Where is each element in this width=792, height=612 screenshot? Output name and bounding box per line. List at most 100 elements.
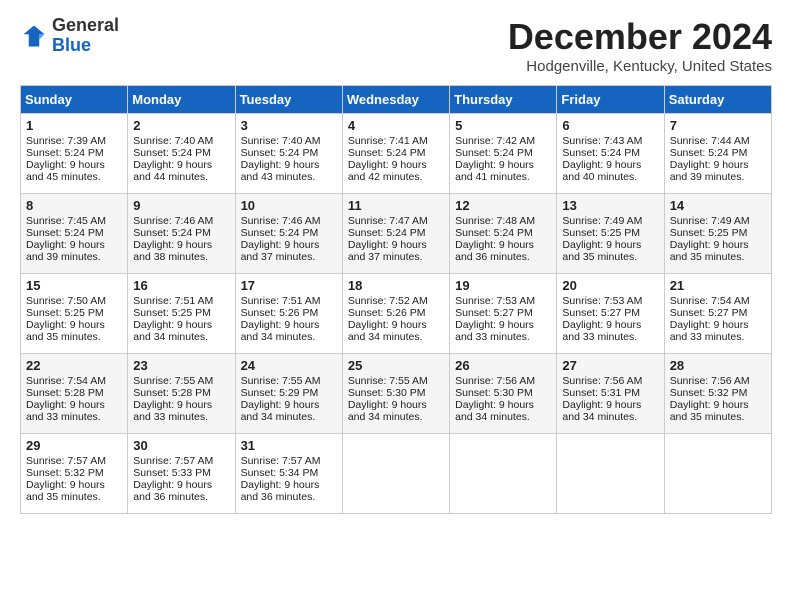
sunset: Sunset: 5:25 PM [670, 227, 748, 239]
day-number: 22 [26, 358, 122, 373]
day-number: 11 [348, 198, 444, 213]
sunset: Sunset: 5:24 PM [348, 227, 426, 239]
sunrise: Sunrise: 7:49 AM [562, 215, 642, 227]
sunset: Sunset: 5:33 PM [133, 467, 211, 479]
calendar-day-cell: 18Sunrise: 7:52 AMSunset: 5:26 PMDayligh… [342, 274, 449, 354]
day-header-sunday: Sunday [21, 86, 128, 114]
calendar-week-row: 1Sunrise: 7:39 AMSunset: 5:24 PMDaylight… [21, 114, 772, 194]
day-header-friday: Friday [557, 86, 664, 114]
calendar-day-cell: 22Sunrise: 7:54 AMSunset: 5:28 PMDayligh… [21, 354, 128, 434]
sunrise: Sunrise: 7:55 AM [133, 375, 213, 387]
daylight: Daylight: 9 hours and 33 minutes. [455, 319, 534, 343]
day-number: 8 [26, 198, 122, 213]
calendar-day-cell [557, 434, 664, 514]
sunset: Sunset: 5:28 PM [26, 387, 104, 399]
calendar-body: 1Sunrise: 7:39 AMSunset: 5:24 PMDaylight… [21, 114, 772, 514]
sunset: Sunset: 5:26 PM [348, 307, 426, 319]
calendar-day-cell: 31Sunrise: 7:57 AMSunset: 5:34 PMDayligh… [235, 434, 342, 514]
sunset: Sunset: 5:31 PM [562, 387, 640, 399]
daylight: Daylight: 9 hours and 34 minutes. [348, 319, 427, 343]
sunrise: Sunrise: 7:39 AM [26, 135, 106, 147]
calendar-day-cell: 11Sunrise: 7:47 AMSunset: 5:24 PMDayligh… [342, 194, 449, 274]
sunrise: Sunrise: 7:48 AM [455, 215, 535, 227]
sunrise: Sunrise: 7:55 AM [348, 375, 428, 387]
calendar-day-cell: 10Sunrise: 7:46 AMSunset: 5:24 PMDayligh… [235, 194, 342, 274]
calendar-day-cell: 14Sunrise: 7:49 AMSunset: 5:25 PMDayligh… [664, 194, 771, 274]
day-number: 14 [670, 198, 766, 213]
sunset: Sunset: 5:24 PM [348, 147, 426, 159]
calendar-week-row: 22Sunrise: 7:54 AMSunset: 5:28 PMDayligh… [21, 354, 772, 434]
calendar-header-row: SundayMondayTuesdayWednesdayThursdayFrid… [21, 86, 772, 114]
daylight: Daylight: 9 hours and 38 minutes. [133, 239, 212, 263]
sunrise: Sunrise: 7:57 AM [241, 455, 321, 467]
daylight: Daylight: 9 hours and 37 minutes. [241, 239, 320, 263]
daylight: Daylight: 9 hours and 34 minutes. [455, 399, 534, 423]
logo-blue: Blue [52, 35, 91, 55]
header: General Blue December 2024 Hodgenville, … [20, 16, 772, 75]
sunrise: Sunrise: 7:51 AM [133, 295, 213, 307]
day-header-monday: Monday [128, 86, 235, 114]
sunrise: Sunrise: 7:47 AM [348, 215, 428, 227]
sunset: Sunset: 5:27 PM [670, 307, 748, 319]
day-number: 29 [26, 438, 122, 453]
daylight: Daylight: 9 hours and 36 minutes. [133, 479, 212, 503]
daylight: Daylight: 9 hours and 35 minutes. [562, 239, 641, 263]
sunset: Sunset: 5:27 PM [562, 307, 640, 319]
calendar-day-cell: 12Sunrise: 7:48 AMSunset: 5:24 PMDayligh… [450, 194, 557, 274]
logo-icon [20, 22, 48, 50]
logo: General Blue [20, 16, 119, 56]
calendar-day-cell [342, 434, 449, 514]
daylight: Daylight: 9 hours and 34 minutes. [241, 319, 320, 343]
day-number: 26 [455, 358, 551, 373]
daylight: Daylight: 9 hours and 36 minutes. [455, 239, 534, 263]
calendar-day-cell: 29Sunrise: 7:57 AMSunset: 5:32 PMDayligh… [21, 434, 128, 514]
sunset: Sunset: 5:28 PM [133, 387, 211, 399]
calendar-day-cell: 28Sunrise: 7:56 AMSunset: 5:32 PMDayligh… [664, 354, 771, 434]
day-number: 30 [133, 438, 229, 453]
sunset: Sunset: 5:34 PM [241, 467, 319, 479]
day-number: 13 [562, 198, 658, 213]
sunrise: Sunrise: 7:40 AM [133, 135, 213, 147]
day-number: 7 [670, 118, 766, 133]
sunrise: Sunrise: 7:52 AM [348, 295, 428, 307]
day-header-wednesday: Wednesday [342, 86, 449, 114]
sunrise: Sunrise: 7:41 AM [348, 135, 428, 147]
daylight: Daylight: 9 hours and 33 minutes. [133, 399, 212, 423]
daylight: Daylight: 9 hours and 42 minutes. [348, 159, 427, 183]
calendar-day-cell: 3Sunrise: 7:40 AMSunset: 5:24 PMDaylight… [235, 114, 342, 194]
location-title: Hodgenville, Kentucky, United States [508, 58, 772, 75]
sunset: Sunset: 5:25 PM [562, 227, 640, 239]
day-number: 28 [670, 358, 766, 373]
day-number: 19 [455, 278, 551, 293]
day-number: 17 [241, 278, 337, 293]
sunrise: Sunrise: 7:43 AM [562, 135, 642, 147]
sunset: Sunset: 5:24 PM [26, 227, 104, 239]
calendar-day-cell: 6Sunrise: 7:43 AMSunset: 5:24 PMDaylight… [557, 114, 664, 194]
day-number: 16 [133, 278, 229, 293]
sunrise: Sunrise: 7:40 AM [241, 135, 321, 147]
sunset: Sunset: 5:30 PM [455, 387, 533, 399]
sunrise: Sunrise: 7:56 AM [670, 375, 750, 387]
day-header-thursday: Thursday [450, 86, 557, 114]
calendar-week-row: 8Sunrise: 7:45 AMSunset: 5:24 PMDaylight… [21, 194, 772, 274]
sunrise: Sunrise: 7:51 AM [241, 295, 321, 307]
sunset: Sunset: 5:24 PM [241, 147, 319, 159]
sunset: Sunset: 5:25 PM [133, 307, 211, 319]
calendar-day-cell: 4 Sunrise: 7:41 AMSunset: 5:24 PMDaylight… [342, 114, 449, 194]
calendar-day-cell: 1Sunrise: 7:39 AMSunset: 5:24 PMDaylight… [21, 114, 128, 194]
calendar-day-cell: 30Sunrise: 7:57 AMSunset: 5:33 PMDayligh… [128, 434, 235, 514]
sunset: Sunset: 5:32 PM [670, 387, 748, 399]
calendar-day-cell: 15Sunrise: 7:50 AMSunset: 5:25 PMDayligh… [21, 274, 128, 354]
sunset: Sunset: 5:30 PM [348, 387, 426, 399]
daylight: Daylight: 9 hours and 36 minutes. [241, 479, 320, 503]
daylight: Daylight: 9 hours and 35 minutes. [26, 479, 105, 503]
daylight: Daylight: 9 hours and 45 minutes. [26, 159, 105, 183]
sunset: Sunset: 5:24 PM [670, 147, 748, 159]
calendar-day-cell: 2Sunrise: 7:40 AMSunset: 5:24 PMDaylight… [128, 114, 235, 194]
day-number: 27 [562, 358, 658, 373]
sunset: Sunset: 5:27 PM [455, 307, 533, 319]
day-number: 4 [348, 118, 444, 133]
sunset: Sunset: 5:24 PM [455, 147, 533, 159]
sunrise: Sunrise: 7:46 AM [241, 215, 321, 227]
calendar-table: SundayMondayTuesdayWednesdayThursdayFrid… [20, 85, 772, 514]
